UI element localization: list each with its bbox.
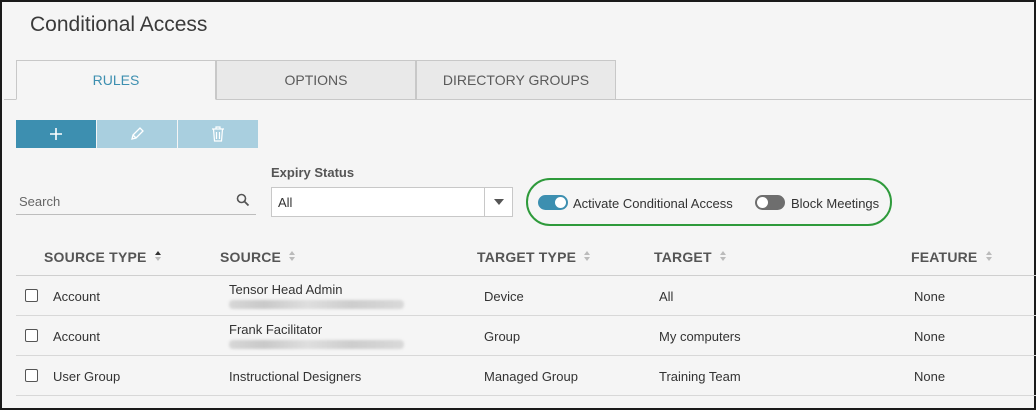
column-header-label: TARGET bbox=[654, 249, 712, 265]
row-checkbox[interactable] bbox=[25, 329, 38, 342]
table-row[interactable]: Account Tensor Head Admin Device All Non… bbox=[16, 276, 1036, 316]
block-meetings-toggle[interactable] bbox=[755, 195, 785, 210]
cell-feature: None bbox=[914, 369, 946, 384]
cell-source: Tensor Head Admin bbox=[229, 282, 343, 297]
column-header-feature[interactable]: FEATURE bbox=[911, 249, 992, 265]
column-header-source-type[interactable]: SOURCE TYPE bbox=[44, 249, 161, 265]
row-checkbox[interactable] bbox=[25, 369, 38, 382]
table-row[interactable]: User Group Instructional Designers Manag… bbox=[16, 356, 1036, 396]
cell-source-type: User Group bbox=[53, 369, 121, 384]
cell-feature: None bbox=[914, 329, 946, 344]
toggle-group-highlight: Activate Conditional Access Block Meetin… bbox=[526, 178, 892, 226]
window-frame: Conditional Access RULES OPTIONS DIRECTO… bbox=[0, 0, 1036, 410]
tab-options[interactable]: OPTIONS bbox=[216, 60, 416, 100]
toggle-knob bbox=[555, 197, 566, 208]
plus-icon bbox=[50, 128, 62, 140]
delete-rule-button[interactable] bbox=[178, 120, 258, 148]
column-header-label: TARGET TYPE bbox=[477, 249, 577, 265]
cell-source: Instructional Designers bbox=[229, 369, 362, 384]
table-header: SOURCE TYPE SOURCE TARGET TYPE TARGET FE… bbox=[16, 238, 1036, 276]
cell-feature: None bbox=[914, 289, 946, 304]
column-header-label: FEATURE bbox=[911, 249, 978, 265]
sort-icon bbox=[289, 251, 296, 262]
redacted-email bbox=[229, 340, 404, 349]
column-header-label: SOURCE TYPE bbox=[44, 249, 147, 265]
cell-target: All bbox=[659, 289, 674, 304]
row-checkbox[interactable] bbox=[25, 289, 38, 302]
search-icon[interactable] bbox=[236, 193, 250, 207]
table-row[interactable]: Account Frank Facilitator Group My compu… bbox=[16, 316, 1036, 356]
sort-icon bbox=[719, 251, 726, 262]
sort-ascending-icon bbox=[154, 251, 161, 262]
search-input[interactable] bbox=[16, 188, 226, 214]
column-header-label: SOURCE bbox=[220, 249, 282, 265]
rules-table: SOURCE TYPE SOURCE TARGET TYPE TARGET FE… bbox=[16, 238, 1036, 396]
cell-source-type: Account bbox=[53, 329, 100, 344]
cell-target-type: Device bbox=[484, 289, 524, 304]
sort-icon bbox=[985, 251, 992, 262]
page-title: Conditional Access bbox=[30, 13, 208, 36]
expiry-status-value: All bbox=[278, 195, 293, 210]
column-header-target[interactable]: TARGET bbox=[654, 249, 726, 265]
caret-down-icon bbox=[493, 199, 504, 205]
block-meetings-label: Block Meetings bbox=[791, 196, 880, 211]
pencil-icon bbox=[131, 127, 144, 140]
cell-target-type: Group bbox=[484, 329, 521, 344]
redacted-email bbox=[229, 300, 404, 309]
sort-icon bbox=[584, 251, 591, 262]
column-header-source[interactable]: SOURCE bbox=[220, 249, 296, 265]
action-toolbar bbox=[16, 120, 259, 148]
expiry-status-select[interactable]: All bbox=[271, 187, 513, 217]
activate-conditional-access-label: Activate Conditional Access bbox=[573, 196, 733, 211]
cell-source-type: Account bbox=[53, 289, 100, 304]
column-header-target-type[interactable]: TARGET TYPE bbox=[477, 249, 591, 265]
toggle-knob bbox=[757, 197, 768, 208]
add-rule-button[interactable] bbox=[16, 120, 96, 148]
activate-conditional-access-toggle[interactable] bbox=[538, 195, 568, 210]
search-box bbox=[16, 188, 256, 215]
edit-rule-button[interactable] bbox=[97, 120, 177, 148]
tab-rules[interactable]: RULES bbox=[16, 60, 216, 100]
dropdown-arrow[interactable] bbox=[484, 188, 512, 216]
tab-bar: RULES OPTIONS DIRECTORY GROUPS bbox=[16, 60, 616, 100]
cell-target: My computers bbox=[659, 329, 741, 344]
tab-directory-groups[interactable]: DIRECTORY GROUPS bbox=[416, 60, 616, 100]
expiry-status-label: Expiry Status bbox=[271, 165, 355, 180]
trash-icon bbox=[212, 126, 224, 142]
cell-source: Frank Facilitator bbox=[229, 322, 323, 337]
cell-target: Training Team bbox=[659, 369, 741, 384]
cell-target-type: Managed Group bbox=[484, 369, 578, 384]
